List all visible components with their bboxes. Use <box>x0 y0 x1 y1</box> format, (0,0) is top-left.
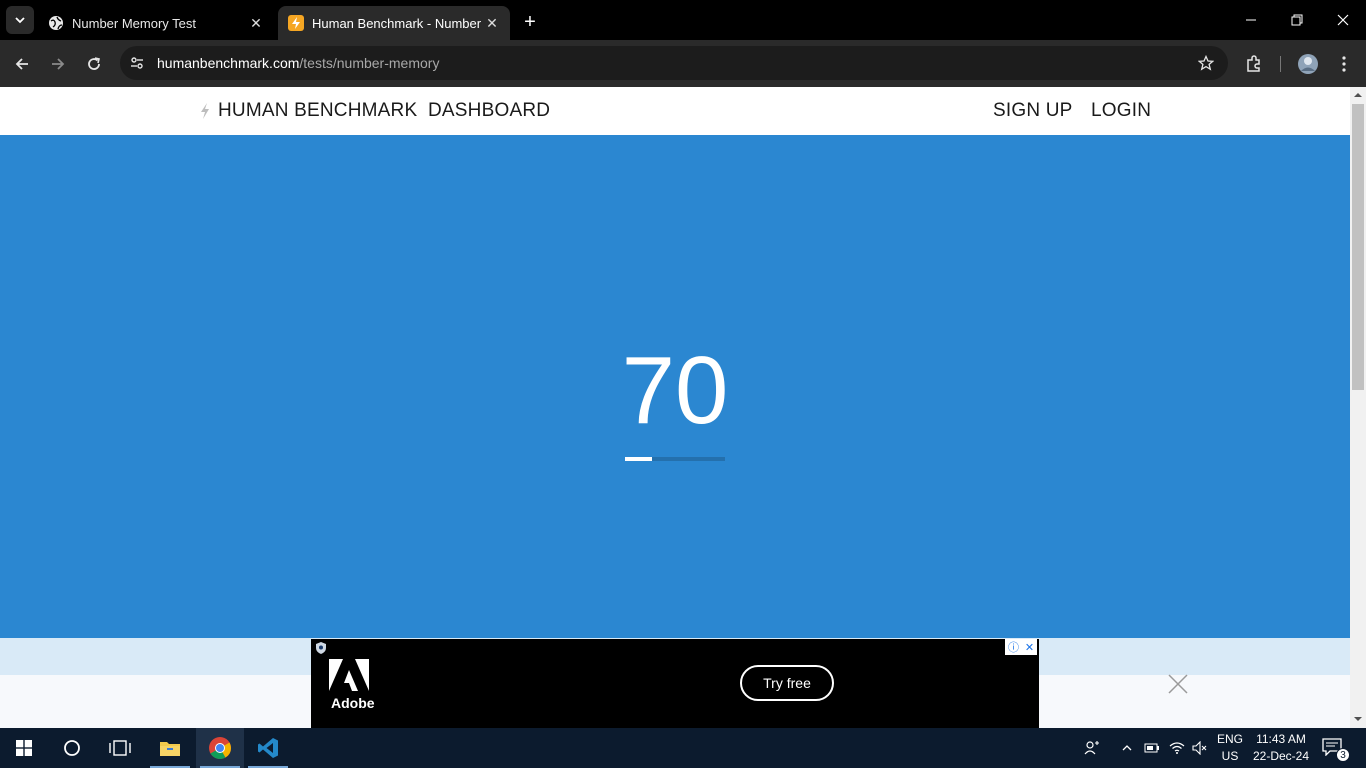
nav-dashboard[interactable]: DASHBOARD <box>428 100 550 122</box>
close-icon[interactable]: ✕ <box>484 15 500 31</box>
clock-date: 22-Dec-24 <box>1252 749 1310 763</box>
ad-shield-icon <box>316 642 326 654</box>
nav-signup[interactable]: SIGN UP <box>993 100 1073 122</box>
url-text: humanbenchmark.com/tests/number-memory <box>157 55 439 71</box>
address-bar[interactable]: humanbenchmark.com/tests/number-memory <box>120 46 1228 80</box>
taskbar-chrome[interactable] <box>196 728 244 768</box>
test-area[interactable]: 70 <box>0 135 1350 638</box>
system-clock[interactable]: 11:43 AM 22-Dec-24 <box>1246 731 1316 765</box>
close-icon[interactable]: ✕ <box>1025 641 1034 654</box>
scrollbar-thumb[interactable] <box>1352 104 1364 390</box>
tab-search-button[interactable] <box>6 6 34 34</box>
ad-brand-label: Adobe <box>331 695 375 711</box>
ad-choices[interactable]: ⓘ ✕ <box>1005 639 1037 655</box>
bolt-favicon-icon <box>288 15 304 31</box>
minimize-icon <box>1246 19 1256 21</box>
forward-button[interactable] <box>44 50 72 78</box>
lang-top: ENG <box>1216 732 1243 746</box>
bolt-logo-icon <box>201 103 209 119</box>
windows-taskbar: ENG US 11:43 AM 22-Dec-24 3 <box>0 728 1366 768</box>
restore-icon <box>1291 14 1303 26</box>
timer-progress-bar <box>625 457 725 461</box>
taskbar-file-explorer[interactable] <box>146 728 194 768</box>
minimize-button[interactable] <box>1228 0 1274 40</box>
arrow-left-icon <box>15 58 28 70</box>
scroll-up-arrow-icon[interactable] <box>1354 91 1362 99</box>
cortana-circle-icon <box>64 740 80 756</box>
browser-menu-button[interactable] <box>1330 50 1358 78</box>
page-viewport: HUMAN BENCHMARK DASHBOARD SIGN UP LOGIN … <box>0 87 1366 728</box>
tray-chevron-up-icon[interactable] <box>1117 728 1137 768</box>
lang-bottom: US <box>1221 749 1239 763</box>
tray-battery-icon[interactable] <box>1142 728 1162 768</box>
restore-button[interactable] <box>1274 0 1320 40</box>
reload-icon <box>88 57 100 70</box>
close-icon <box>1337 14 1349 26</box>
tab-number-memory-test[interactable]: Number Memory Test ✕ <box>38 6 274 40</box>
scroll-down-arrow-icon[interactable] <box>1354 715 1362 723</box>
close-icon[interactable]: ✕ <box>248 15 264 31</box>
vscode-icon <box>258 738 278 758</box>
site-header: HUMAN BENCHMARK DASHBOARD SIGN UP LOGIN <box>0 87 1350 135</box>
close-icon[interactable] <box>1166 672 1190 696</box>
bookmark-star-icon[interactable] <box>1196 53 1216 73</box>
profile-avatar[interactable] <box>1294 50 1322 78</box>
input-language-indicator[interactable]: ENG US <box>1213 731 1247 765</box>
tab-title: Human Benchmark - Number M <box>312 15 484 31</box>
url-host: humanbenchmark.com <box>157 55 300 71</box>
timer-progress-fill <box>625 457 652 461</box>
arrow-right-icon <box>52 58 65 70</box>
tray-wifi-icon[interactable] <box>1166 728 1188 768</box>
logo-text: HUMAN BENCHMARK <box>218 100 418 121</box>
browser-toolbar: humanbenchmark.com/tests/number-memory <box>0 40 1366 87</box>
search-button[interactable] <box>48 728 96 768</box>
site-info-icon[interactable] <box>120 46 154 80</box>
globe-icon <box>48 15 64 31</box>
ad-cta-button[interactable]: Try free <box>740 665 834 701</box>
site-logo-link[interactable]: HUMAN BENCHMARK <box>198 100 417 122</box>
windows-logo-icon <box>16 740 32 756</box>
browser-tab-bar: Number Memory Test ✕ Human Benchmark - N… <box>0 0 1366 40</box>
folder-icon <box>160 742 180 756</box>
task-view-button[interactable] <box>96 728 144 768</box>
toolbar-divider <box>1280 56 1281 72</box>
reload-button[interactable] <box>80 50 108 78</box>
extensions-button[interactable] <box>1240 50 1268 78</box>
start-button[interactable] <box>0 728 48 768</box>
adobe-logo-icon <box>329 659 369 691</box>
close-window-button[interactable] <box>1320 0 1366 40</box>
more-vertical-icon <box>1342 56 1346 72</box>
tab-human-benchmark[interactable]: Human Benchmark - Number M ✕ <box>278 6 510 40</box>
memory-number: 70 <box>621 337 729 444</box>
chrome-icon <box>209 737 231 759</box>
url-path: /tests/number-memory <box>299 55 440 71</box>
advertisement-banner[interactable]: ⓘ ✕ Adobe Try free <box>311 639 1039 728</box>
task-view-icon <box>109 740 131 756</box>
back-button[interactable] <box>8 50 36 78</box>
tray-volume-muted-icon[interactable] <box>1189 728 1211 768</box>
nav-login[interactable]: LOGIN <box>1091 100 1151 122</box>
chevron-down-icon <box>15 17 25 24</box>
info-icon[interactable]: ⓘ <box>1008 639 1019 655</box>
puzzle-icon <box>1247 55 1260 72</box>
clock-time: 11:43 AM <box>1256 732 1306 746</box>
taskbar-vscode[interactable] <box>244 728 292 768</box>
tab-title: Number Memory Test <box>72 15 197 31</box>
notification-count-badge: 3 <box>1336 748 1350 762</box>
avatar-icon <box>1298 54 1318 74</box>
new-tab-button[interactable]: + <box>518 10 542 34</box>
tray-people-icon[interactable] <box>1080 728 1104 768</box>
action-center-button[interactable]: 3 <box>1320 736 1350 762</box>
page-scrollbar[interactable] <box>1350 87 1366 728</box>
